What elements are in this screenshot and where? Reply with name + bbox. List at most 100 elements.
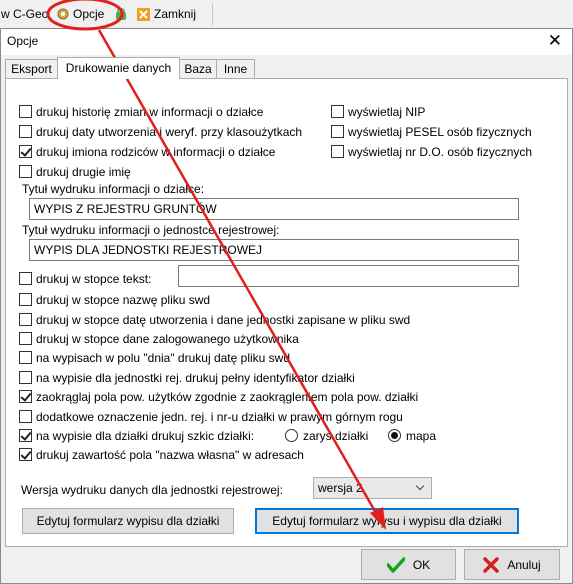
check-icon <box>386 556 406 573</box>
gear-icon <box>56 7 70 21</box>
zamknij-menu-item[interactable]: Zamknij <box>137 5 196 23</box>
check-stopka-nazwa-label: drukuj w stopce nazwę pliku swd <box>36 292 211 307</box>
checkbox[interactable] <box>19 165 32 178</box>
version-label: Wersja wydruku danych dla jednostki reje… <box>21 483 283 497</box>
radio-button-selected[interactable] <box>388 429 401 442</box>
opcje-menu-item[interactable]: Opcje <box>56 5 104 23</box>
checkbox[interactable] <box>19 105 32 118</box>
menu-prefix: w C-Geo <box>1 5 48 23</box>
check-imiona[interactable]: drukuj imiona rodziców w informacji o dz… <box>19 144 275 159</box>
check-do-label: wyświetlaj nr D.O. osób fizycznych <box>348 144 533 159</box>
check-stopka-uzytkownik[interactable]: drukuj w stopce dane zalogowanego użytko… <box>19 331 299 346</box>
tab-baza[interactable]: Baza <box>179 59 217 78</box>
checkbox[interactable] <box>19 272 32 285</box>
checkbox-checked[interactable] <box>19 429 32 442</box>
check-drugie-imie-label: drukuj drugie imię <box>36 164 131 179</box>
check-dodatkowe-oznaczenie-label: dodatkowe oznaczenie jedn. rej. i nr-u d… <box>36 409 403 424</box>
title-unit-field[interactable]: WYPIS DLA JEDNOSTKI REJESTROWEJ <box>29 239 519 261</box>
check-do[interactable]: wyświetlaj nr D.O. osób fizycznych <box>331 144 532 159</box>
dialog-title: Opcje <box>7 34 39 48</box>
check-stopka-nazwa[interactable]: drukuj w stopce nazwę pliku swd <box>19 292 210 307</box>
check-imiona-label: drukuj imiona rodziców w informacji o dz… <box>36 144 276 159</box>
check-pelny-identyfikator[interactable]: na wypisie dla jednostki rej. drukuj peł… <box>19 370 355 385</box>
ok-label: OK <box>412 557 431 572</box>
check-daty[interactable]: drukuj daty utworzenia i weryf. przy kla… <box>19 124 302 139</box>
checkbox-checked[interactable] <box>19 448 32 461</box>
check-nazwa-wlasna-label: drukuj zawartość pola "nazwa własna" w a… <box>36 447 304 462</box>
checkbox[interactable] <box>331 105 344 118</box>
check-zaokraglaj-label: zaokrąglaj pola pow. użytków zgodnie z z… <box>36 389 419 404</box>
check-pesel[interactable]: wyświetlaj PESEL osób fizycznych <box>331 124 532 139</box>
toolbar-divider <box>212 3 213 25</box>
check-daty-label: drukuj daty utworzenia i weryf. przy kla… <box>36 124 303 139</box>
ok-button[interactable]: OK <box>361 549 456 580</box>
tab-drukowanie-label: Drukowanie danych <box>65 61 172 75</box>
check-stopka-uzytkownik-label: drukuj w stopce dane zalogowanego użytko… <box>36 331 299 346</box>
cancel-button[interactable]: Anuluj <box>464 549 560 580</box>
title-unit-label: Tytuł wydruku informacji o jednostce rej… <box>22 223 280 237</box>
check-nip[interactable]: wyświetlaj NIP <box>331 104 425 119</box>
checkbox[interactable] <box>19 332 32 345</box>
check-nazwa-wlasna[interactable]: drukuj zawartość pola "nazwa własna" w a… <box>19 447 304 462</box>
checkbox-checked[interactable] <box>19 390 32 403</box>
radio-button[interactable] <box>285 429 298 442</box>
title-info-label: Tytuł wydruku informacji o działce: <box>22 182 205 196</box>
radio-zarys[interactable]: zarys działki <box>285 428 368 443</box>
check-pesel-label: wyświetlaj PESEL osób fizycznych <box>348 124 532 139</box>
radio-zarys-label: zarys działki <box>303 428 369 443</box>
menu-bar: w C-Geo Opcje Zamknij <box>0 0 573 28</box>
check-zaokraglaj[interactable]: zaokrąglaj pola pow. użytków zgodnie z z… <box>19 389 418 404</box>
checkbox[interactable] <box>19 125 32 138</box>
check-stopka-data[interactable]: drukuj w stopce datę utworzenia i dane j… <box>19 312 410 327</box>
check-data-pliku-label: na wypisach w polu "dnia" drukuj datę pl… <box>36 350 290 365</box>
tab-drukowanie-danych[interactable]: Drukowanie danych <box>57 57 180 79</box>
close-icon <box>483 556 500 573</box>
android-icon[interactable] <box>114 5 128 23</box>
version-select-value: wersja 2 <box>318 481 363 495</box>
check-stopka-tekst-label: drukuj w stopce tekst: <box>36 271 152 286</box>
tab-inne-label: Inne <box>223 62 248 76</box>
checkbox-checked[interactable] <box>19 145 32 158</box>
checkbox[interactable] <box>19 371 32 384</box>
check-stopka-data-label: drukuj w stopce datę utworzenia i dane j… <box>36 312 411 327</box>
cancel-label: Anuluj <box>507 557 541 572</box>
check-drugie-imie[interactable]: drukuj drugie imię <box>19 164 131 179</box>
printing-options-panel: drukuj historię zmian w informacji o dzi… <box>5 78 568 547</box>
check-stopka-tekst[interactable]: drukuj w stopce tekst: <box>19 271 151 286</box>
title-info-field[interactable]: WYPIS Z REJESTRU GRUNTÓW <box>29 198 519 220</box>
dialog-close-button[interactable]: ✕ <box>548 31 562 51</box>
checkbox[interactable] <box>331 145 344 158</box>
check-dodatkowe-oznaczenie[interactable]: dodatkowe oznaczenie jedn. rej. i nr-u d… <box>19 409 403 424</box>
edit-parcel-form-label: Edytuj formularz wypisu dla działki <box>36 514 220 528</box>
radio-mapa[interactable]: mapa <box>388 428 436 443</box>
edit-parcel-form-button[interactable]: Edytuj formularz wypisu dla działki <box>22 508 234 534</box>
check-pelny-identyfikator-label: na wypisie dla jednostki rej. drukuj peł… <box>36 370 355 385</box>
checkbox[interactable] <box>19 410 32 423</box>
edit-extract-form-label: Edytuj formularz wyrysu i wypisu dla dzi… <box>272 514 502 528</box>
radio-mapa-label: mapa <box>406 428 437 443</box>
checkbox[interactable] <box>331 125 344 138</box>
footer-text-input[interactable] <box>178 265 519 287</box>
check-szkic[interactable]: na wypisie dla działki drukuj szkic dzia… <box>19 428 254 443</box>
check-historia-label: drukuj historię zmian w informacji o dzi… <box>36 104 264 119</box>
options-dialog: Opcje ✕ Eksport Drukowanie danych Baza I… <box>0 28 573 584</box>
opcje-label: Opcje <box>73 7 105 21</box>
tab-eksport[interactable]: Eksport <box>5 59 58 78</box>
edit-extract-form-button[interactable]: Edytuj formularz wyrysu i wypisu dla dzi… <box>255 508 519 534</box>
version-select[interactable]: wersja 2 <box>313 477 432 499</box>
check-data-pliku[interactable]: na wypisach w polu "dnia" drukuj datę pl… <box>19 350 290 365</box>
dialog-titlebar: Opcje ✕ <box>1 29 572 55</box>
checkbox[interactable] <box>19 293 32 306</box>
close-icon <box>137 7 150 21</box>
check-nip-label: wyświetlaj NIP <box>348 104 426 119</box>
tab-inne[interactable]: Inne <box>216 59 255 78</box>
chevron-down-icon <box>415 481 425 491</box>
checkbox[interactable] <box>19 313 32 326</box>
check-szkic-label: na wypisie dla działki drukuj szkic dzia… <box>36 428 255 443</box>
tab-baza-label: Baza <box>184 62 212 76</box>
checkbox[interactable] <box>19 351 32 364</box>
check-historia[interactable]: drukuj historię zmian w informacji o dzi… <box>19 104 263 119</box>
tab-eksport-label: Eksport <box>11 62 52 76</box>
zamknij-label: Zamknij <box>154 7 197 21</box>
menu-prefix-label: w C-Geo <box>1 7 49 21</box>
